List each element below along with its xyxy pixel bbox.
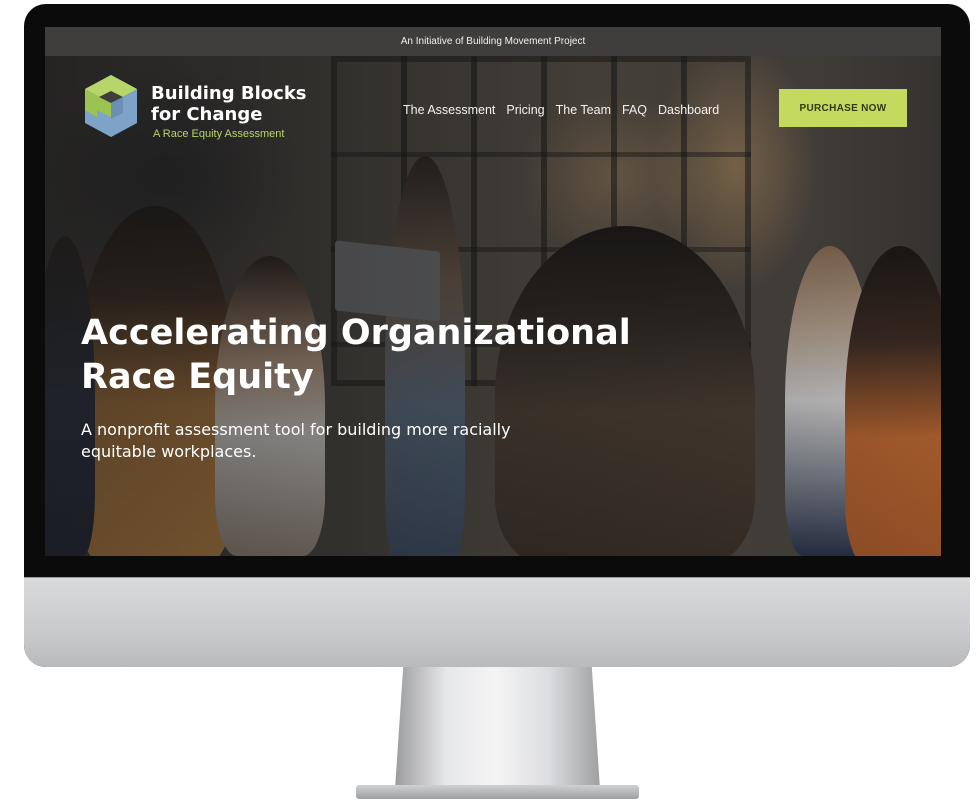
logo-line-2: for Change xyxy=(151,104,263,125)
main-nav: The Assessment Pricing The Team FAQ Dash… xyxy=(403,103,719,117)
logo-cube-icon xyxy=(85,75,137,137)
announcement-bar: An Initiative of Building Movement Proje… xyxy=(45,27,941,56)
hero-headline-line-2: Race Equity xyxy=(81,357,314,397)
screen: An Initiative of Building Movement Proje… xyxy=(45,27,941,556)
nav-link-pricing[interactable]: Pricing xyxy=(506,103,544,117)
logo-line-1: Building Blocks xyxy=(151,83,307,104)
monitor-chin xyxy=(24,577,970,667)
site-logo[interactable]: Building Blocks for Change A Race Equity… xyxy=(81,73,307,140)
logo-tagline: A Race Equity Assessment xyxy=(153,128,285,140)
monitor-stand-foot xyxy=(356,785,639,799)
logo-text: Building Blocks for Change A Race Equity… xyxy=(151,73,307,140)
nav-link-team[interactable]: The Team xyxy=(556,103,611,117)
purchase-now-button[interactable]: PURCHASE NOW xyxy=(779,89,907,127)
hero-headline: Accelerating Organizational Race Equity xyxy=(81,311,641,399)
monitor-frame: An Initiative of Building Movement Proje… xyxy=(24,4,970,667)
nav-link-dashboard[interactable]: Dashboard xyxy=(658,103,719,117)
announcement-text: An Initiative of Building Movement Proje… xyxy=(400,36,586,47)
nav-link-assessment[interactable]: The Assessment xyxy=(403,103,495,117)
hero-headline-line-1: Accelerating Organizational xyxy=(81,313,631,353)
nav-link-faq[interactable]: FAQ xyxy=(622,103,647,117)
hero-subtext: A nonprofit assessment tool for building… xyxy=(81,420,511,461)
monitor-stand-neck xyxy=(395,667,600,789)
